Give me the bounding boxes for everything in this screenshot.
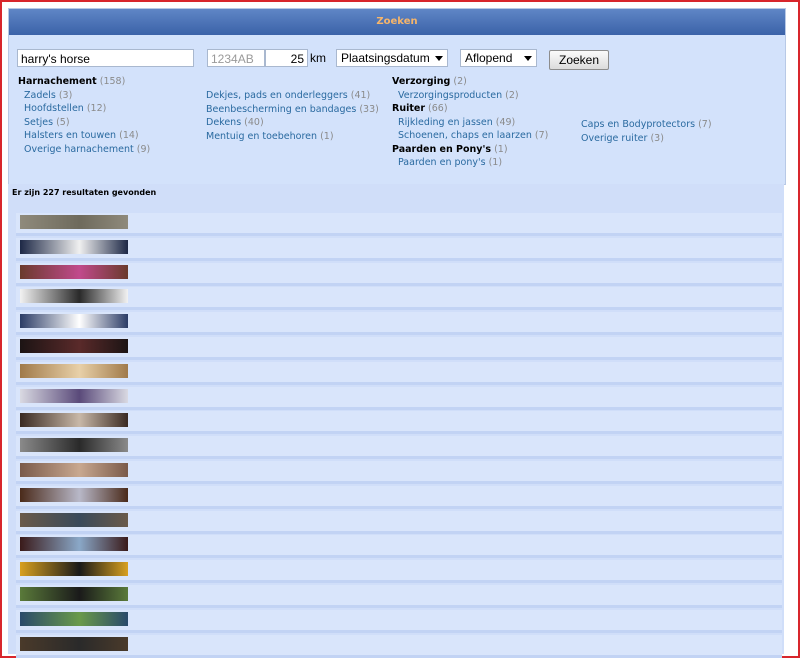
result-thumbnail[interactable] bbox=[20, 264, 128, 279]
panel-title: Zoeken bbox=[9, 9, 785, 35]
result-row[interactable] bbox=[16, 560, 782, 584]
category-heading[interactable]: Paarden en Pony's (1) bbox=[392, 143, 548, 157]
category-item[interactable]: Schoenen, chaps en laarzen (7) bbox=[392, 129, 548, 143]
sort-order-select[interactable]: Aflopend bbox=[460, 49, 537, 67]
result-thumbnail[interactable] bbox=[20, 363, 128, 378]
result-row[interactable] bbox=[16, 262, 782, 286]
category-item[interactable]: Halsters en touwen (14) bbox=[18, 129, 150, 143]
result-thumbnail[interactable] bbox=[20, 587, 128, 601]
category-col-verzorging-ruiter: Verzorging (2) Verzorgingsproducten (2) … bbox=[392, 75, 548, 170]
chevron-down-icon bbox=[435, 56, 443, 61]
result-row[interactable] bbox=[16, 535, 782, 559]
result-row[interactable] bbox=[16, 634, 782, 658]
category-heading[interactable]: Harnachement (158) bbox=[18, 75, 150, 89]
results-panel: Er zijn 227 resultaten gevonden bbox=[8, 184, 784, 658]
search-panel: Zoeken harry's horse 1234AB 25 km Plaats… bbox=[8, 8, 786, 185]
result-thumbnail[interactable] bbox=[20, 463, 128, 477]
result-row[interactable] bbox=[16, 213, 782, 236]
result-thumbnail[interactable] bbox=[20, 562, 128, 577]
result-thumbnail[interactable] bbox=[20, 289, 128, 304]
sort-field-value: Plaatsingsdatum bbox=[341, 51, 430, 65]
category-item[interactable]: Hoofdstellen (12) bbox=[18, 102, 150, 116]
category-item[interactable]: Zadels (3) bbox=[18, 89, 150, 103]
result-thumbnail[interactable] bbox=[20, 339, 128, 353]
category-item[interactable]: Paarden en pony's (1) bbox=[392, 156, 548, 170]
distance-unit: km bbox=[310, 51, 326, 65]
result-row[interactable] bbox=[16, 436, 782, 460]
category-item[interactable]: Verzorgingsproducten (2) bbox=[392, 89, 548, 103]
window-frame: Zoeken harry's horse 1234AB 25 km Plaats… bbox=[0, 0, 800, 658]
result-row[interactable] bbox=[16, 585, 782, 608]
result-row[interactable] bbox=[16, 361, 782, 385]
category-item[interactable]: Mentuig en toebehoren (1) bbox=[206, 130, 379, 144]
category-item[interactable]: Dekjes, pads en onderleggers (41) bbox=[206, 89, 379, 103]
result-row[interactable] bbox=[16, 411, 782, 435]
category-item[interactable]: Beenbescherming en bandages (33) bbox=[206, 103, 379, 117]
result-thumbnail[interactable] bbox=[20, 314, 128, 329]
category-item[interactable]: Caps en Bodyprotectors (7) bbox=[581, 118, 712, 132]
search-button[interactable]: Zoeken bbox=[549, 50, 609, 70]
result-row[interactable] bbox=[16, 312, 782, 336]
category-item[interactable]: Dekens (40) bbox=[206, 116, 379, 130]
chevron-down-icon bbox=[524, 56, 532, 61]
result-thumbnail[interactable] bbox=[20, 438, 128, 453]
result-row[interactable] bbox=[16, 237, 782, 261]
result-row[interactable] bbox=[16, 485, 782, 509]
result-thumbnail[interactable] bbox=[20, 512, 128, 527]
category-heading[interactable]: Ruiter (66) bbox=[392, 102, 548, 116]
sort-order-value: Aflopend bbox=[465, 51, 513, 65]
result-count: Er zijn 227 resultaten gevonden bbox=[12, 188, 157, 197]
result-thumbnail[interactable] bbox=[20, 537, 128, 552]
category-col-ruiter-extra: Caps en Bodyprotectors (7) Overige ruite… bbox=[581, 118, 712, 145]
category-item[interactable]: Overige ruiter (3) bbox=[581, 132, 712, 146]
category-item[interactable]: Setjes (5) bbox=[18, 116, 150, 130]
result-row[interactable] bbox=[16, 386, 782, 410]
result-row[interactable] bbox=[16, 337, 782, 360]
result-thumbnail[interactable] bbox=[20, 636, 128, 651]
result-row[interactable] bbox=[16, 287, 782, 311]
result-row[interactable] bbox=[16, 609, 782, 633]
category-col-harnachement: Harnachement (158) Zadels (3) Hoofdstell… bbox=[18, 75, 150, 156]
result-thumbnail[interactable] bbox=[20, 413, 128, 428]
result-thumbnail[interactable] bbox=[20, 388, 128, 403]
result-row[interactable] bbox=[16, 461, 782, 484]
postcode-field[interactable]: 1234AB bbox=[207, 49, 265, 67]
category-item[interactable]: Rijkleding en jassen (49) bbox=[392, 116, 548, 130]
result-thumbnail[interactable] bbox=[20, 215, 128, 229]
result-thumbnail[interactable] bbox=[20, 487, 128, 502]
result-row[interactable] bbox=[16, 510, 782, 534]
sort-field-select[interactable]: Plaatsingsdatum bbox=[336, 49, 448, 67]
category-item[interactable]: Overige harnachement (9) bbox=[18, 143, 150, 157]
category-col-dekjes: Dekjes, pads en onderleggers (41) Beenbe… bbox=[206, 89, 379, 143]
result-thumbnail[interactable] bbox=[20, 611, 128, 626]
result-thumbnail[interactable] bbox=[20, 239, 128, 254]
search-input[interactable]: harry's horse bbox=[17, 49, 194, 67]
distance-field[interactable]: 25 bbox=[265, 49, 308, 67]
category-heading[interactable]: Verzorging (2) bbox=[392, 75, 548, 89]
